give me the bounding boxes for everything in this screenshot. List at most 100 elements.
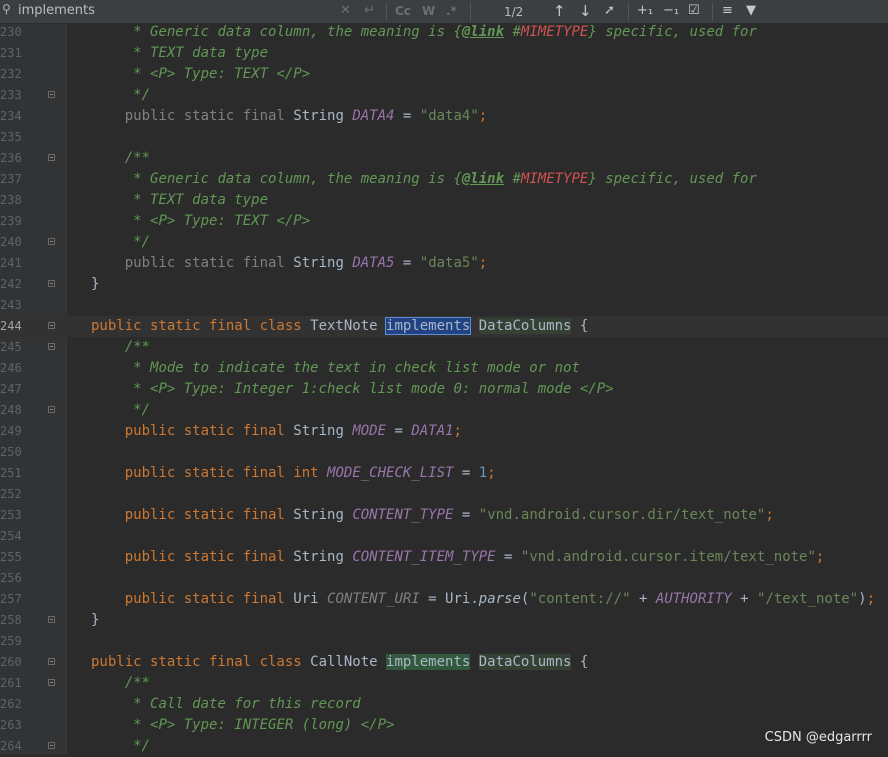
fold-marker-icon[interactable] <box>48 280 55 287</box>
toolbar-divider <box>628 3 629 21</box>
search-icon[interactable]: ⚲ <box>2 2 11 16</box>
line-number: 247 <box>0 379 16 400</box>
fold-marker-icon[interactable] <box>48 679 55 686</box>
code-line[interactable]: 256 <box>0 568 888 589</box>
code-text: * Generic data column, the meaning is {@… <box>91 169 757 190</box>
code-line[interactable]: 261 /** <box>0 673 888 694</box>
code-editor[interactable]: 230 * Generic data column, the meaning i… <box>0 24 888 754</box>
line-number: 231 <box>0 43 16 64</box>
line-number: 230 <box>0 22 16 43</box>
code-line[interactable]: 251 public static final int MODE_CHECK_L… <box>0 463 888 484</box>
fold-marker-icon[interactable] <box>48 91 55 98</box>
code-text: public static final String CONTENT_ITEM_… <box>91 547 824 568</box>
line-number: 262 <box>0 694 16 715</box>
line-number: 234 <box>0 106 16 127</box>
code-line[interactable]: 248 */ <box>0 400 888 421</box>
code-line[interactable]: 247 * <P> Type: Integer 1:check list mod… <box>0 379 888 400</box>
code-text: public static final int MODE_CHECK_LIST … <box>91 463 496 484</box>
line-number: 242 <box>0 274 16 295</box>
code-text: /** <box>91 337 150 358</box>
code-line[interactable]: 238 * TEXT data type <box>0 190 888 211</box>
select-all-occurrences-icon[interactable]: ☑ <box>688 3 700 18</box>
code-text: /** <box>91 673 150 694</box>
code-line[interactable]: 243 <box>0 295 888 316</box>
code-text: } <box>91 610 99 631</box>
regex-toggle[interactable]: .* <box>446 4 457 18</box>
clear-search-icon[interactable]: ✕ <box>340 3 351 18</box>
pin-icon[interactable]: ➚ <box>604 3 615 18</box>
fold-marker-icon[interactable] <box>48 406 55 413</box>
search-field[interactable]: ⚲ ✕ ↵ <box>0 0 360 24</box>
code-line[interactable]: 259 <box>0 631 888 652</box>
remove-occurrence-icon[interactable]: −₁ <box>663 3 679 18</box>
line-number: 254 <box>0 526 16 547</box>
words-toggle[interactable]: W <box>422 4 435 18</box>
add-occurrence-icon[interactable]: +₁ <box>637 3 653 18</box>
fold-marker-icon[interactable] <box>48 238 55 245</box>
code-line[interactable]: 241 public static final String DATA5 = "… <box>0 253 888 274</box>
code-line[interactable]: 232 * <P> Type: TEXT </P> <box>0 64 888 85</box>
line-number: 233 <box>0 85 16 106</box>
line-number: 232 <box>0 64 16 85</box>
code-text: public static final String DATA5 = "data… <box>91 253 487 274</box>
watermark: CSDN @edgarrrr <box>765 730 872 745</box>
code-line[interactable]: 230 * Generic data column, the meaning i… <box>0 22 888 43</box>
code-line[interactable]: 255 public static final String CONTENT_I… <box>0 547 888 568</box>
code-line[interactable]: 250 <box>0 442 888 463</box>
code-text: * Mode to indicate the text in check lis… <box>91 358 580 379</box>
code-text: public static final class TextNote imple… <box>91 316 588 337</box>
fold-marker-icon[interactable] <box>48 343 55 350</box>
code-line[interactable]: 242} <box>0 274 888 295</box>
search-input[interactable] <box>18 2 318 20</box>
code-line[interactable]: 263 * <P> Type: INTEGER (long) </P> <box>0 715 888 736</box>
line-number: 243 <box>0 295 16 316</box>
fold-marker-icon[interactable] <box>48 616 55 623</box>
code-line[interactable]: 254 <box>0 526 888 547</box>
code-line[interactable]: 234 public static final String DATA4 = "… <box>0 106 888 127</box>
code-text: } <box>91 274 99 295</box>
code-text: */ <box>91 400 150 421</box>
code-line[interactable]: 262 * Call date for this record <box>0 694 888 715</box>
code-line[interactable]: 236 /** <box>0 148 888 169</box>
new-line-icon[interactable]: ↵ <box>364 3 375 18</box>
next-occurrence-icon[interactable]: ↓ <box>579 2 592 20</box>
code-text: * TEXT data type <box>91 190 268 211</box>
code-line[interactable]: 237 * Generic data column, the meaning i… <box>0 169 888 190</box>
code-line[interactable]: 257 public static final Uri CONTENT_URI … <box>0 589 888 610</box>
code-text: public static final class CallNote imple… <box>91 652 588 673</box>
code-text: * <P> Type: INTEGER (long) </P> <box>91 715 394 736</box>
fold-marker-icon[interactable] <box>48 154 55 161</box>
line-number: 257 <box>0 589 16 610</box>
line-number: 251 <box>0 463 16 484</box>
code-text: */ <box>91 232 150 253</box>
line-number: 235 <box>0 127 16 148</box>
code-line[interactable]: 253 public static final String CONTENT_T… <box>0 505 888 526</box>
code-text: * <P> Type: TEXT </P> <box>91 64 310 85</box>
code-line[interactable]: 258} <box>0 610 888 631</box>
code-line[interactable]: 233 */ <box>0 85 888 106</box>
code-line[interactable]: 244public static final class TextNote im… <box>0 316 888 337</box>
code-line[interactable]: 240 */ <box>0 232 888 253</box>
code-text: * Generic data column, the meaning is {@… <box>91 22 757 43</box>
code-text: */ <box>91 85 150 106</box>
code-line[interactable]: 231 * TEXT data type <box>0 43 888 64</box>
match-case-toggle[interactable]: Cc <box>395 4 411 18</box>
line-number: 240 <box>0 232 16 253</box>
code-line[interactable]: 252 <box>0 484 888 505</box>
previous-occurrence-icon[interactable]: ↑ <box>553 2 566 20</box>
code-line[interactable]: 245 /** <box>0 337 888 358</box>
line-number: 258 <box>0 610 16 631</box>
fold-marker-icon[interactable] <box>48 322 55 329</box>
filter-options-icon[interactable]: ≡ <box>722 3 733 18</box>
line-number: 255 <box>0 547 16 568</box>
code-line[interactable]: 239 * <P> Type: TEXT </P> <box>0 211 888 232</box>
code-line[interactable]: 235 <box>0 127 888 148</box>
fold-marker-icon[interactable] <box>48 742 55 749</box>
code-line[interactable]: 249 public static final String MODE = DA… <box>0 421 888 442</box>
filter-icon[interactable]: ▼ <box>746 3 756 18</box>
line-number: 263 <box>0 715 16 736</box>
fold-marker-icon[interactable] <box>48 658 55 665</box>
code-line[interactable]: 246 * Mode to indicate the text in check… <box>0 358 888 379</box>
code-line[interactable]: 260public static final class CallNote im… <box>0 652 888 673</box>
line-number: 245 <box>0 337 16 358</box>
